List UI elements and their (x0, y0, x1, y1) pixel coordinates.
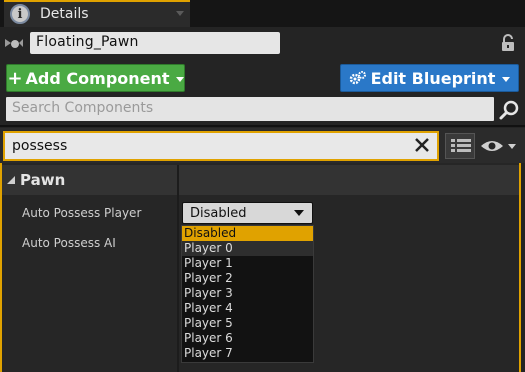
chevron-down-icon (175, 76, 184, 82)
option-player-2[interactable]: Player 2 (182, 271, 313, 286)
edit-blueprint-button[interactable]: Edit Blueprint (340, 64, 519, 92)
option-player-4[interactable]: Player 4 (182, 301, 313, 316)
gears-icon (349, 71, 366, 85)
column-splitter (177, 165, 179, 195)
chevron-down-icon (502, 76, 511, 82)
auto-possess-dropdown: Disabled Player 0 Player 1 Player 2 Play… (181, 225, 314, 363)
property-label-auto-possess-player: Auto Possess Player (22, 206, 142, 220)
option-disabled[interactable]: Disabled (182, 226, 313, 241)
tab-menu-icon[interactable] (176, 11, 184, 16)
category-header-pawn[interactable] (2, 165, 519, 195)
category-label: Pawn (20, 171, 66, 189)
details-search-input[interactable]: possess (3, 131, 439, 161)
actor-name-field[interactable]: Floating_Pawn (30, 32, 280, 54)
option-player-7[interactable]: Player 7 (182, 346, 313, 361)
option-player-1[interactable]: Player 1 (182, 256, 313, 271)
close-icon[interactable] (411, 134, 433, 156)
actor-icon (5, 39, 23, 48)
lock-icon[interactable] (498, 33, 518, 53)
search-icon[interactable] (497, 98, 521, 122)
grid-icon (451, 139, 471, 152)
search-components-input[interactable]: Search Components (6, 97, 494, 121)
add-component-button[interactable]: + Add Component (6, 64, 185, 92)
edit-blueprint-label: Edit Blueprint (370, 68, 496, 88)
property-label-auto-possess-ai: Auto Possess AI (22, 236, 116, 250)
option-player-0[interactable]: Player 0 (182, 241, 313, 256)
tab-title: Details (40, 6, 89, 22)
column-splitter[interactable] (177, 195, 179, 372)
plus-icon: + (7, 67, 23, 89)
divider (0, 125, 525, 127)
add-component-label: Add Component (25, 68, 170, 88)
property-matrix-button[interactable] (445, 133, 475, 159)
info-icon: i (10, 4, 30, 24)
option-player-5[interactable]: Player 5 (182, 316, 313, 331)
expand-arrow-icon[interactable] (7, 176, 15, 184)
view-options-icon[interactable] (480, 136, 520, 156)
option-player-3[interactable]: Player 3 (182, 286, 313, 301)
chevron-down-icon (294, 210, 304, 216)
option-player-6[interactable]: Player 6 (182, 331, 313, 346)
details-tab[interactable]: i Details (4, 0, 190, 27)
